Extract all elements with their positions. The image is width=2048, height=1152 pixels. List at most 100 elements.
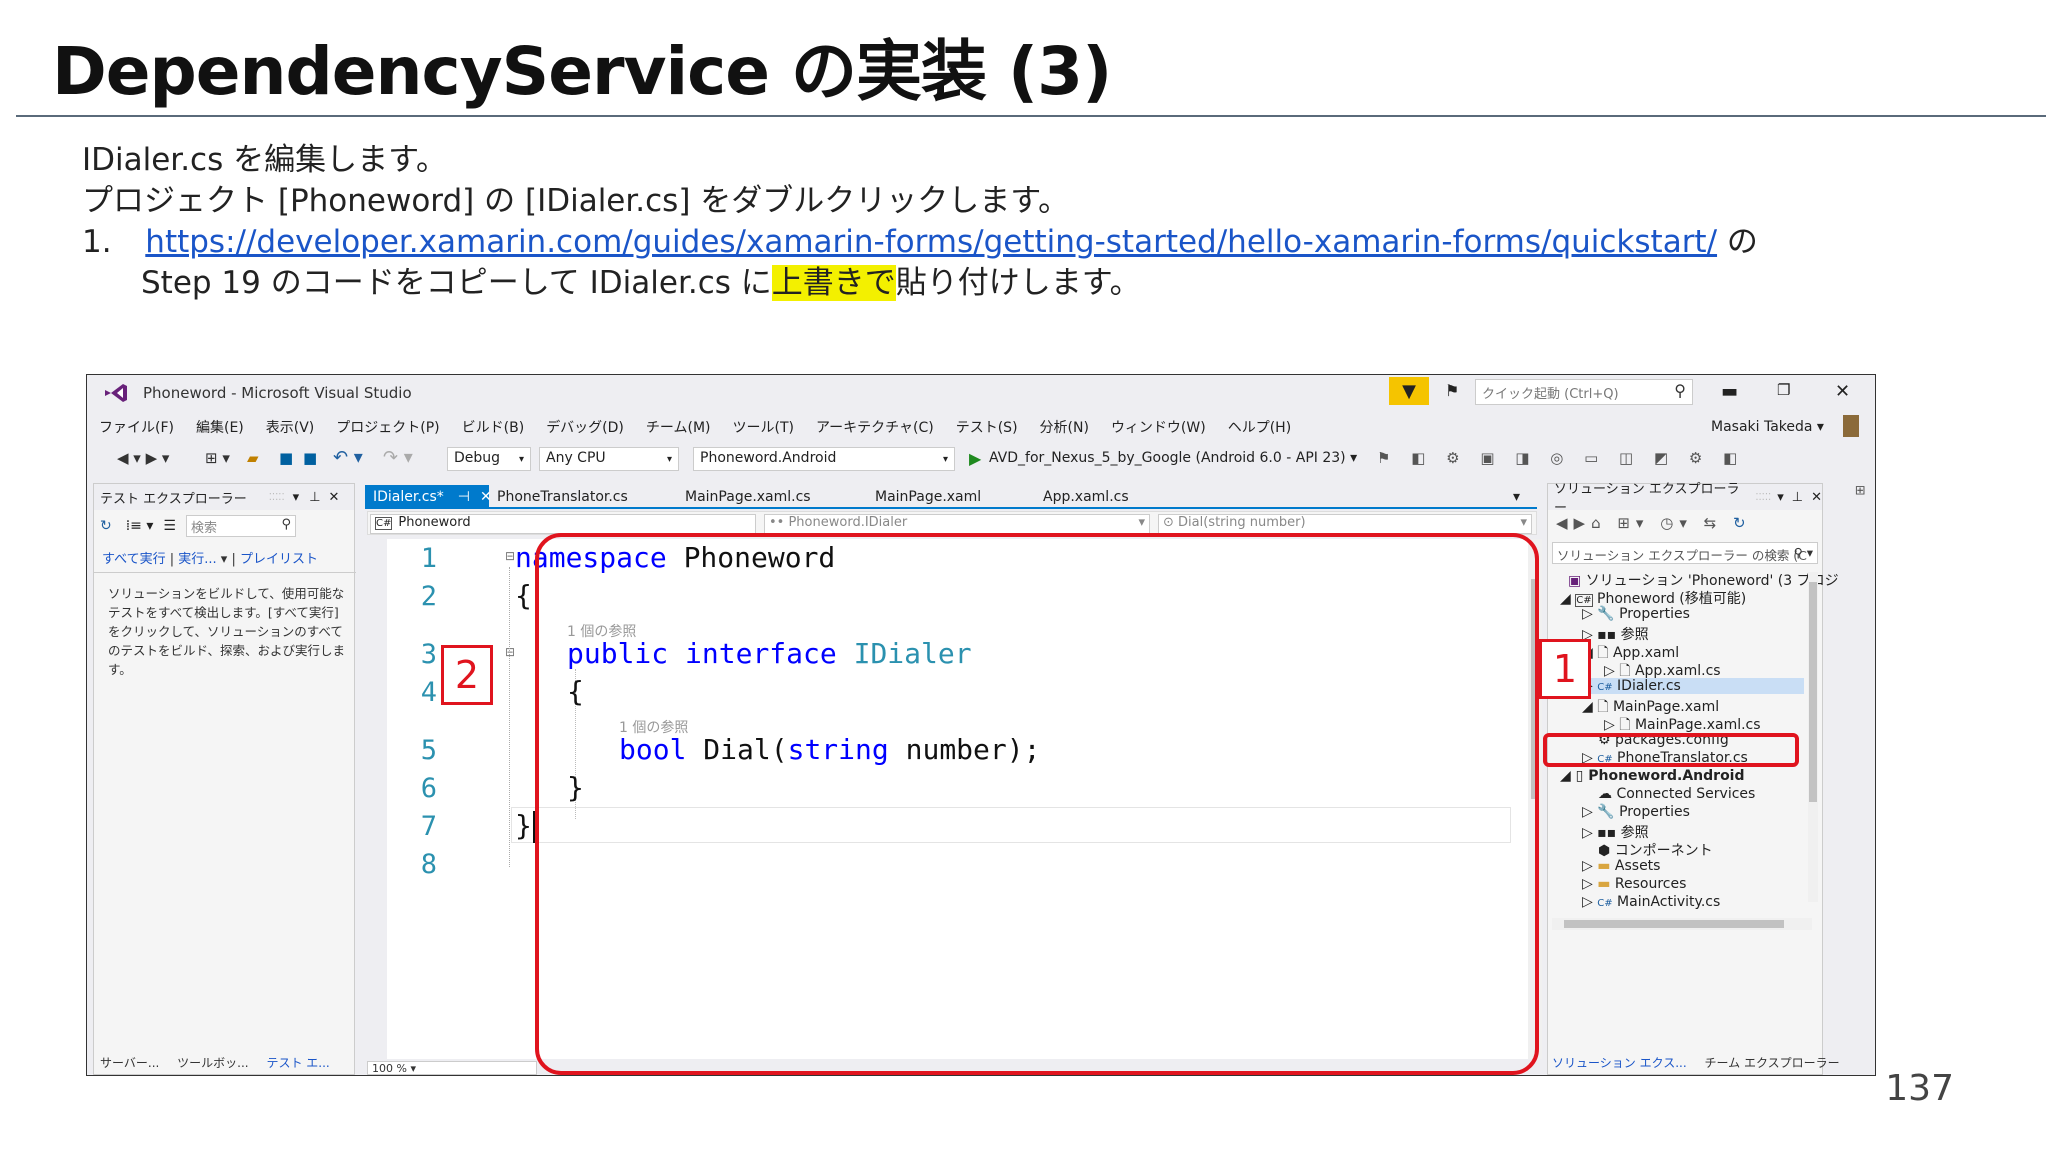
window-title: Phoneword - Microsoft Visual Studio (143, 384, 412, 402)
tree-connected-services[interactable]: ☁ Connected Services (1598, 786, 1755, 802)
zoom-select[interactable]: 100 % ▾ (367, 1061, 537, 1075)
solution-explorer-toolbar[interactable]: ◀▶⌂ ⊞▾ ◷▾ ⇆ ↻ (1556, 514, 1752, 532)
redo-icon[interactable]: ↷ ▾ (383, 447, 413, 468)
playlist-link[interactable]: プレイリスト (240, 552, 318, 567)
list-icon[interactable]: ☰ (163, 518, 176, 534)
tab-mainpage-xaml[interactable]: MainPage.xaml (867, 485, 989, 509)
tree-scrollbar[interactable] (1808, 572, 1818, 902)
menu-project[interactable]: プロジェクト(P) (336, 417, 439, 437)
user-name[interactable]: Masaki Takeda ▾ (1711, 419, 1824, 435)
panel-close-icon[interactable]: ✕ (1811, 490, 1822, 505)
page-number: 137 (1885, 1068, 1954, 1109)
tab-idialer[interactable]: IDialer.cs* ⊣ ✕ (365, 485, 492, 509)
notification-filter-button[interactable]: ▼ (1389, 377, 1429, 405)
tab-solution-explorer[interactable]: ソリューション エクス... (1552, 1056, 1687, 1070)
menu-debug[interactable]: デバッグ(D) (546, 417, 624, 437)
funnel-icon: ▼ (1402, 380, 1416, 402)
tree-android-references[interactable]: ▷ ▪▪ 参照 (1582, 822, 1649, 842)
menu-architecture[interactable]: アーキテクチャ(C) (816, 417, 934, 437)
tree-solution[interactable]: ▣ ソリューション 'Phoneword' (3 プロジ (1568, 570, 1839, 590)
solution-search-input[interactable]: ソリューション エクスプローラー の検索 (C ⚲ ▾ (1552, 542, 1818, 564)
tab-test-explorer[interactable]: テスト エ... (266, 1056, 329, 1070)
undo-icon[interactable]: ↶ ▾ (333, 447, 363, 468)
menu-team[interactable]: チーム(M) (646, 417, 711, 437)
save-icon[interactable]: ■ (279, 449, 293, 467)
tree-project-phoneword[interactable]: ◢ C# Phoneword (移植可能) (1560, 588, 1746, 608)
menu-tools[interactable]: ツール(T) (733, 417, 794, 437)
save-all-icon[interactable]: ■ (303, 449, 317, 467)
tab-phonetranslator[interactable]: PhoneTranslator.cs (489, 485, 636, 509)
pin-icon[interactable]: ⊣ (458, 489, 470, 505)
tree-mainactivity[interactable]: ▷ C# MainActivity.cs (1582, 894, 1720, 910)
menu-edit[interactable]: 編集(E) (196, 417, 244, 437)
tree-properties[interactable]: ▷ 🔧 Properties (1582, 606, 1690, 622)
line-number: 2 (420, 581, 437, 612)
close-button[interactable]: ✕ (1835, 381, 1850, 402)
restore-button[interactable]: ❐ (1777, 381, 1790, 399)
panel-close-icon[interactable]: ✕ (329, 490, 340, 505)
idialer-highlight-box (1543, 733, 1799, 767)
play-icon[interactable]: ▶ (969, 449, 981, 468)
avatar[interactable] (1843, 415, 1859, 437)
tab-team-explorer[interactable]: チーム エクスプローラー (1705, 1056, 1840, 1070)
editor-highlight-box (535, 533, 1539, 1075)
line4-suffix: 貼り付けします。 (895, 265, 1141, 301)
tab-server-explorer[interactable]: サーバー... (100, 1056, 159, 1070)
feedback-icon[interactable]: ⚑ (1445, 381, 1459, 400)
run-target-button[interactable]: AVD_for_Nexus_5_by_Google (Android 6.0 -… (989, 450, 1357, 466)
configuration-select[interactable]: Debug ▾ (447, 447, 531, 471)
test-explorer-panel: テスト エクスプローラー ⁚⁚⁚⁚⁚ ▾ ⊥ ✕ ↻ ⁞≡ ▾ ☰ 検索 ⚲ すべ… (93, 483, 356, 1075)
member-dropdown[interactable]: ⊙ Dial(string number) ▾ (1158, 514, 1532, 534)
open-brace: { (515, 579, 532, 612)
panel-dropdown-icon[interactable]: ▾ (1777, 490, 1784, 505)
tab-overflow-icon[interactable]: ▾ (1505, 485, 1528, 509)
collapse-icon[interactable]: ⊟ (505, 549, 515, 563)
run-link[interactable]: 実行... (178, 552, 216, 567)
tree-assets[interactable]: ▷ ▬ Assets (1582, 858, 1660, 874)
menu-bar: ファイル(F) 編集(E) 表示(V) プロジェクト(P) ビルド(B) デバッ… (99, 415, 1313, 439)
new-project-icon[interactable]: ⊞ ▾ (205, 449, 230, 467)
tree-idialer[interactable]: ▷ C# IDialer.cs (1582, 678, 1804, 694)
menu-window[interactable]: ウィンドウ(W) (1111, 417, 1206, 437)
type-dropdown[interactable]: •• Phoneword.IDialer ▾ (764, 514, 1150, 534)
refresh-tests-icon[interactable]: ↻ (100, 518, 112, 534)
quickstart-link[interactable]: https://developer.xamarin.com/guides/xam… (145, 224, 1717, 260)
menu-help[interactable]: ヘルプ(H) (1228, 417, 1291, 437)
minimize-button[interactable]: ▬ (1721, 381, 1738, 402)
tree-components[interactable]: ⬢ コンポーネント (1598, 840, 1713, 860)
visual-studio-window: Phoneword - Microsoft Visual Studio ▼ ⚑ … (86, 374, 1876, 1076)
instruction-line-1: IDialer.cs を編集します。 (82, 142, 448, 178)
tab-app-xaml-cs[interactable]: App.xaml.cs (1035, 485, 1137, 509)
run-all-link[interactable]: すべて実行 (102, 552, 166, 567)
tree-resources[interactable]: ▷ ▬ Resources (1582, 876, 1686, 892)
collapse-icon[interactable]: ⊟ (505, 645, 515, 659)
panel-dropdown-icon[interactable]: ▾ (293, 490, 300, 505)
menu-build[interactable]: ビルド(B) (462, 417, 525, 437)
tree-android-properties[interactable]: ▷ 🔧 Properties (1582, 804, 1690, 820)
tree-references[interactable]: ▷ ▪▪ 参照 (1582, 624, 1649, 644)
menu-file[interactable]: ファイル(F) (99, 417, 174, 437)
startup-project-select[interactable]: Phoneword.Android ▾ (693, 447, 955, 471)
navigate-back-icon[interactable]: ◀ ▾ ▶ ▾ (117, 449, 169, 467)
platform-select[interactable]: Any CPU ▾ (539, 447, 679, 471)
pin-icon[interactable]: ⊥ (309, 490, 320, 505)
menu-analyze[interactable]: 分析(N) (1040, 417, 1089, 437)
tree-hscrollbar[interactable] (1552, 918, 1812, 930)
test-search-input[interactable]: 検索 ⚲ (185, 515, 296, 537)
toolbar-extra-icons[interactable]: ⚑ ◧ ⚙ ▣ ◨ ◎ ▭ ◫ ◩ ⚙ ◧ (1377, 449, 1745, 467)
tab-toolbox[interactable]: ツールボッ... (177, 1056, 248, 1070)
solution-explorer-panel: ソリューション エクスプローラー ⁚⁚⁚⁚⁚ ▾ ⊥ ✕ ◀▶⌂ ⊞▾ ◷▾ ⇆… (1547, 482, 1840, 1075)
menu-view[interactable]: 表示(V) (266, 417, 315, 437)
pin-icon[interactable]: ⊥ (1792, 490, 1803, 505)
callout-2: 2 (441, 645, 493, 705)
group-by-icon[interactable]: ⁞≡ ▾ (126, 518, 154, 534)
properties-side-tab[interactable]: ⊞ (1841, 485, 1867, 525)
tree-project-android[interactable]: ◢ ▯ Phoneword.Android (1560, 768, 1745, 784)
open-folder-icon[interactable]: ▰ (247, 449, 259, 467)
test-explorer-header: テスト エクスプローラー ⁚⁚⁚⁚⁚ ▾ ⊥ ✕ (94, 484, 354, 510)
title-divider (16, 115, 2046, 117)
quick-launch-input[interactable]: クイック起動 (Ctrl+Q) ⚲ (1475, 379, 1693, 405)
project-dropdown[interactable]: C# Phoneword (370, 514, 756, 534)
tab-mainpage-xaml-cs[interactable]: MainPage.xaml.cs (677, 485, 819, 509)
menu-test[interactable]: テスト(S) (956, 417, 1018, 437)
